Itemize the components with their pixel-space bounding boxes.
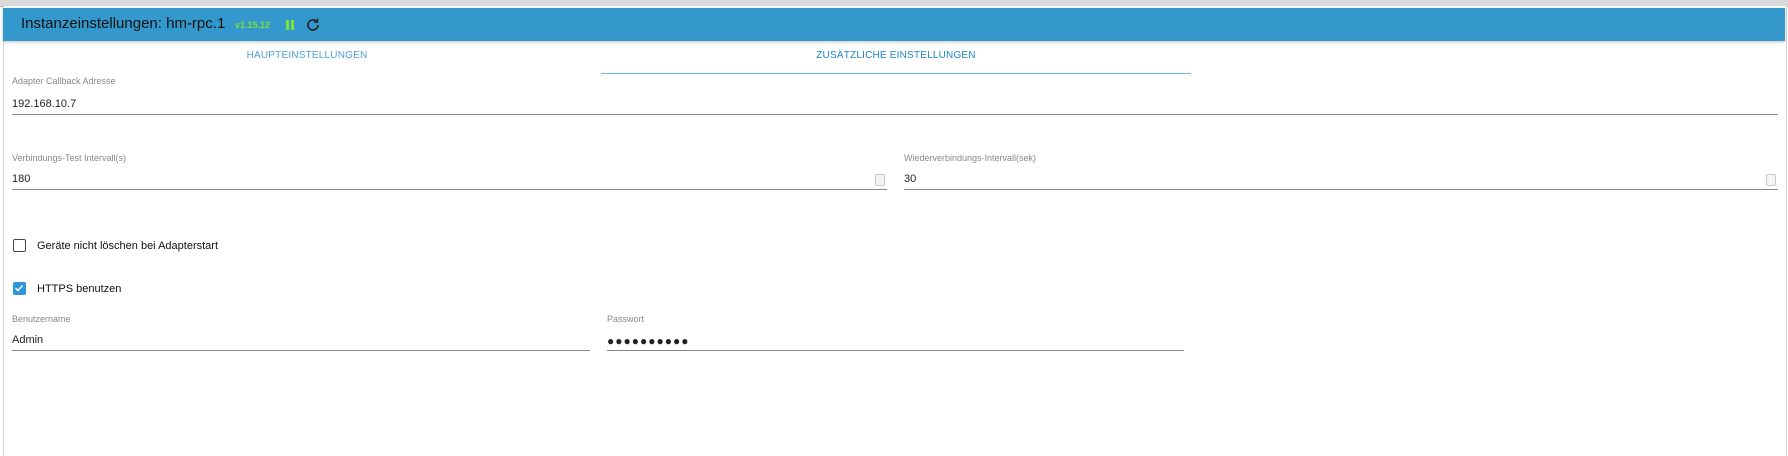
username-label: Benutzername: [12, 314, 71, 324]
reload-icon[interactable]: [305, 17, 321, 33]
test-interval-label: Verbindungs-Test Intervall(s): [12, 153, 127, 163]
test-interval-input[interactable]: 180: [12, 170, 887, 190]
active-tab-indicator: [601, 73, 1191, 74]
use-https-checkbox[interactable]: [13, 282, 26, 295]
test-interval-spinner-icon[interactable]: [875, 174, 885, 186]
callback-address-value: 192.168.10.7: [12, 98, 77, 110]
version-badge: v1.15.12: [235, 20, 271, 30]
dont-delete-devices-checkbox[interactable]: [13, 239, 26, 252]
reconnect-interval-value: 30: [904, 173, 917, 185]
use-https-label[interactable]: HTTPS benutzen: [37, 283, 121, 295]
password-input[interactable]: ●●●●●●●●●●: [607, 331, 1184, 351]
callback-address-label: Adapter Callback Adresse: [12, 76, 116, 86]
check-icon: [15, 285, 24, 292]
password-label: Passwort: [607, 314, 645, 324]
test-interval-value: 180: [12, 173, 31, 185]
page-title: Instanzeinstellungen: hm-rpc.1: [21, 15, 226, 32]
reconnect-interval-input[interactable]: 30: [904, 170, 1778, 190]
tab-main-settings[interactable]: HAUPTEINSTELLUNGEN: [12, 50, 602, 72]
callback-address-input[interactable]: 192.168.10.7: [12, 95, 1778, 115]
pause-icon[interactable]: [284, 18, 296, 32]
username-value: Admin: [12, 334, 44, 346]
username-input[interactable]: Admin: [12, 331, 590, 351]
reconnect-interval-spinner-icon[interactable]: [1766, 174, 1776, 186]
reconnect-interval-label: Wiederverbindungs-Intervall(sek): [904, 153, 1037, 163]
instance-header: Instanzeinstellungen: hm-rpc.1 v1.15.12: [3, 8, 1785, 41]
tab-additional-settings[interactable]: ZUSÄTZLICHE EINSTELLUNGEN: [601, 50, 1191, 72]
password-value: ●●●●●●●●●●: [607, 334, 690, 348]
dont-delete-devices-label[interactable]: Geräte nicht löschen bei Adapterstart: [37, 240, 218, 252]
